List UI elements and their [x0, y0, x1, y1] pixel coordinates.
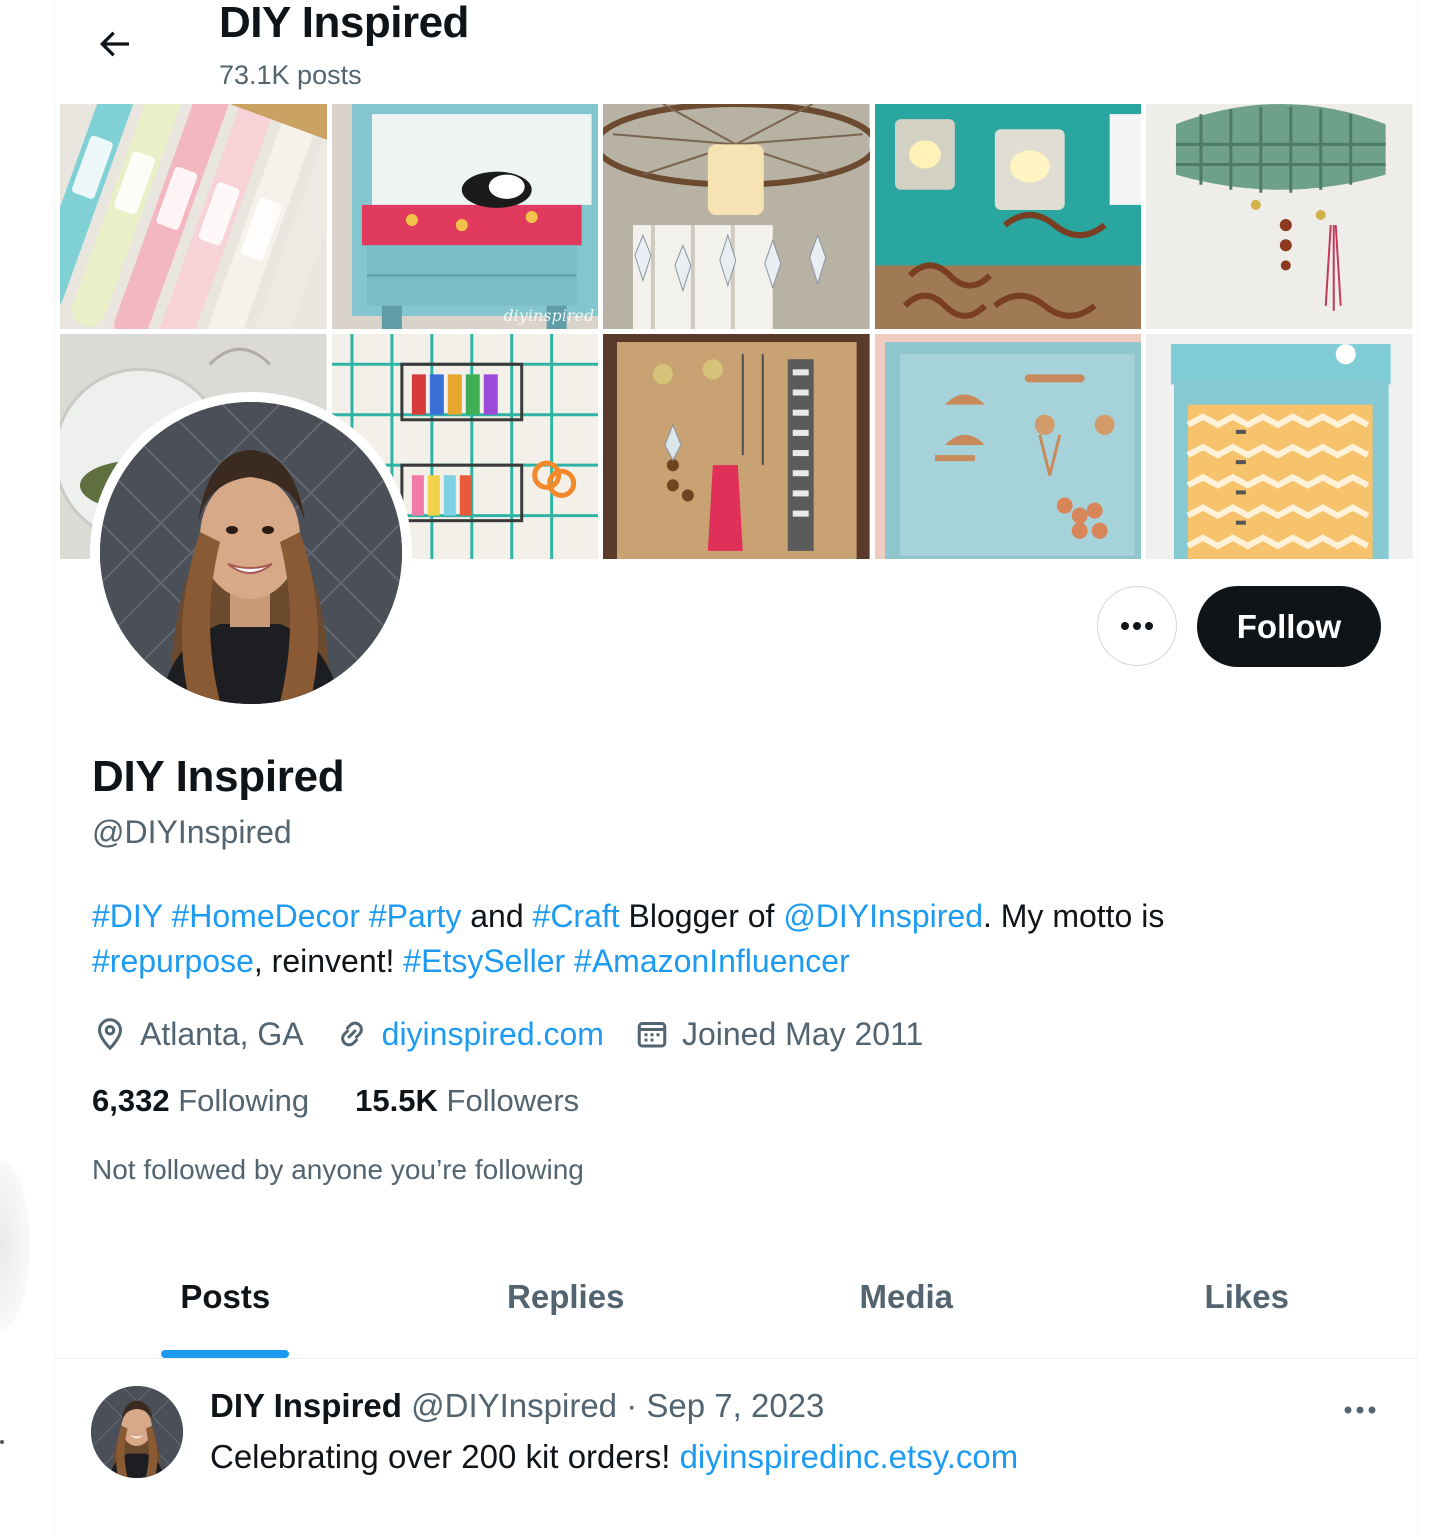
bio-mention[interactable]: @DIYInspired [783, 898, 983, 934]
hashtag-repurpose[interactable]: #repurpose [92, 943, 254, 979]
followers-count: 15.5K [355, 1083, 438, 1118]
tab-media[interactable]: Media [736, 1240, 1077, 1358]
background-dot [0, 1440, 4, 1444]
header-title: DIY Inspired [219, 0, 469, 47]
following-label: Following [178, 1083, 310, 1118]
post-more-button[interactable] [1330, 1390, 1390, 1430]
back-button[interactable] [84, 14, 144, 74]
followers-stat[interactable]: 15.5K Followers [355, 1083, 579, 1119]
post-header: DIY Inspired @DIYInspired · Sep 7, 2023 [210, 1387, 824, 1425]
bio-text-motto: . My motto is [982, 898, 1165, 934]
banner-tile-glitter-tubes [60, 104, 327, 329]
more-horizontal-icon [1121, 622, 1153, 630]
banner-tile-drawer-pull-board [874, 334, 1142, 559]
post-link[interactable]: diyinspiredinc.etsy.com [680, 1438, 1019, 1475]
tab-replies[interactable]: Replies [396, 1240, 737, 1358]
calendar-icon [637, 1022, 667, 1048]
banner-tile-nightstand: diyinspired [331, 104, 599, 329]
bio-text-reinvent: , reinvent! [253, 943, 395, 979]
post-count: 73.1K posts [219, 60, 362, 90]
not-followed-note: Not followed by anyone you’re following [92, 1154, 584, 1185]
link-icon [340, 1021, 363, 1047]
location-text: Atlanta, GA [140, 1015, 304, 1052]
follow-stats: 6,332 Following 15.5K Followers [92, 1083, 625, 1119]
hashtag-craft[interactable]: #Craft [533, 898, 620, 934]
bio-text-blogger-of: Blogger of [628, 898, 775, 934]
tab-label: Posts [180, 1278, 271, 1315]
follow-button[interactable]: Follow [1197, 586, 1381, 667]
more-options-button[interactable] [1097, 586, 1177, 666]
tab-label: Replies [507, 1278, 625, 1315]
hashtag-etsyseller[interactable]: #EtsySeller [403, 943, 565, 979]
tab-label: Likes [1204, 1278, 1289, 1315]
website-link[interactable]: diyinspired.com [382, 1016, 604, 1053]
location-item: Atlanta, GA [92, 1016, 304, 1053]
active-tab-indicator [161, 1350, 290, 1358]
post-separator: · [626, 1387, 638, 1424]
hashtag-party[interactable]: #Party [369, 898, 461, 934]
profile-bio: #DIY #HomeDecor #Party and #Craft Blogge… [92, 894, 1352, 984]
banner-tile-chandelier [603, 104, 870, 329]
joined-item: Joined May 2011 [634, 1016, 923, 1053]
banner-watermark: diyinspired [503, 306, 595, 325]
following-count: 6,332 [92, 1083, 170, 1118]
post-text: Celebrating over 200 kit orders! diyinsp… [210, 1438, 1018, 1476]
profile-handle: @DIYInspired [92, 814, 292, 850]
banner-tile-basket-jewelry [1146, 104, 1413, 329]
following-stat[interactable]: 6,332 Following [92, 1083, 309, 1119]
profile-meta: Atlanta, GA diyinspired.com Joined May 2… [92, 1012, 953, 1056]
profile-tabs: Posts Replies Media Likes [55, 1240, 1417, 1359]
location-pin-icon [97, 1018, 123, 1051]
post-date[interactable]: Sep 7, 2023 [646, 1387, 824, 1424]
hashtag-homedecor[interactable]: #HomeDecor [171, 898, 360, 934]
arrow-left-icon [99, 31, 129, 57]
post-author[interactable]: DIY Inspired [210, 1387, 402, 1424]
background-edge [0, 1160, 30, 1330]
hashtag-amazoninfluencer[interactable]: #AmazonInfluencer [574, 943, 850, 979]
post-body: Celebrating over 200 kit orders! [210, 1438, 671, 1475]
bio-text-and: and [470, 898, 524, 934]
banner-tile-candle-holders [874, 104, 1142, 329]
display-name: DIY Inspired [92, 752, 345, 801]
tab-likes[interactable]: Likes [1077, 1240, 1418, 1358]
post-avatar[interactable] [91, 1386, 183, 1478]
banner-tile-earring-board [603, 334, 870, 559]
website-item: diyinspired.com [334, 1016, 604, 1053]
hashtag-diy[interactable]: #DIY [92, 898, 163, 934]
followers-label: Followers [446, 1083, 580, 1118]
more-horizontal-icon [1344, 1406, 1376, 1414]
joined-text: Joined May 2011 [681, 1015, 924, 1052]
banner-tile-chevron-dresser [1146, 334, 1413, 559]
tab-label: Media [859, 1278, 954, 1315]
avatar[interactable] [100, 402, 402, 704]
tab-posts[interactable]: Posts [55, 1240, 396, 1358]
post-handle[interactable]: @DIYInspired [411, 1387, 617, 1424]
